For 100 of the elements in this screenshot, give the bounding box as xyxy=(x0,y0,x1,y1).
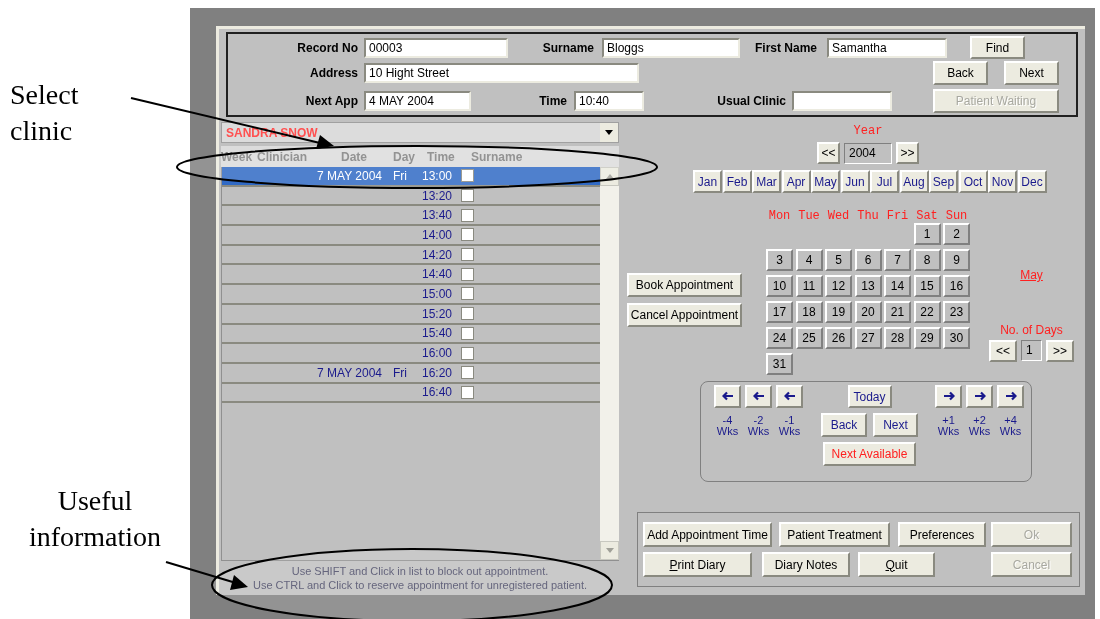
scrollbar[interactable] xyxy=(600,167,619,560)
button[interactable]: Print Diary xyxy=(643,552,752,577)
appointment-row[interactable]: 15:40 xyxy=(222,324,600,345)
appointment-row[interactable]: 13:40 xyxy=(222,206,600,227)
checkbox[interactable] xyxy=(461,228,474,242)
day-button[interactable]: 7 xyxy=(884,249,911,271)
day-button[interactable]: 29 xyxy=(913,327,941,349)
appointment-row[interactable]: 13:20 xyxy=(222,186,600,207)
forward-weeks-button[interactable] xyxy=(935,385,962,408)
today-button[interactable]: Today xyxy=(847,385,892,408)
text-field[interactable]: 10:40 xyxy=(574,91,644,112)
day-button[interactable]: 9 xyxy=(943,249,970,271)
day-button[interactable]: 5 xyxy=(825,249,852,271)
checkbox[interactable] xyxy=(461,248,474,262)
button[interactable]: Book Appointment xyxy=(627,273,742,297)
month-button[interactable]: Oct xyxy=(958,170,988,193)
decrease-button[interactable]: << xyxy=(989,340,1017,362)
day-button[interactable]: 25 xyxy=(795,327,823,349)
day-button[interactable]: 13 xyxy=(854,275,882,297)
text-field[interactable]: 10 Hight Street xyxy=(364,63,639,84)
day-button[interactable]: 3 xyxy=(766,249,793,271)
day-button[interactable]: 20 xyxy=(854,301,882,323)
button[interactable]: Quit xyxy=(858,552,935,577)
month-button[interactable]: Apr xyxy=(781,170,811,193)
day-button[interactable]: 15 xyxy=(913,275,941,297)
day-button[interactable]: 21 xyxy=(884,301,911,323)
text-field[interactable]: Bloggs xyxy=(602,37,740,58)
back-button[interactable]: Back xyxy=(821,413,867,437)
day-button[interactable]: 2 xyxy=(943,223,970,245)
month-button[interactable]: Feb xyxy=(722,170,752,193)
forward-weeks-button[interactable] xyxy=(966,385,993,408)
days-field[interactable]: 1 xyxy=(1021,340,1042,361)
appointment-row[interactable]: 14:40 xyxy=(222,265,600,286)
month-button[interactable]: Mar xyxy=(752,170,781,193)
text-field[interactable] xyxy=(792,91,892,112)
previous-year-button[interactable]: << xyxy=(817,142,840,164)
day-button[interactable]: 16 xyxy=(943,275,970,297)
day-button[interactable]: 19 xyxy=(825,301,852,323)
month-button[interactable]: May xyxy=(811,170,840,193)
checkbox[interactable] xyxy=(461,307,474,321)
day-button[interactable]: 28 xyxy=(884,327,911,349)
day-button[interactable]: 1 xyxy=(913,223,941,245)
button[interactable]: Diary Notes xyxy=(762,552,850,577)
checkbox[interactable] xyxy=(461,189,474,203)
button[interactable]: Preferences xyxy=(898,522,986,547)
checkbox[interactable] xyxy=(461,346,474,360)
day-button[interactable]: 24 xyxy=(766,327,793,349)
day-button[interactable]: 8 xyxy=(913,249,941,271)
checkbox[interactable] xyxy=(461,208,474,222)
day-button[interactable]: 12 xyxy=(825,275,852,297)
checkbox[interactable] xyxy=(461,366,474,380)
appointment-row[interactable]: 15:20 xyxy=(222,304,600,325)
day-button[interactable]: 31 xyxy=(766,353,793,375)
next-year-button[interactable]: >> xyxy=(896,142,919,164)
text-field[interactable]: 00003 xyxy=(364,37,508,58)
checkbox[interactable] xyxy=(461,287,474,301)
checkbox[interactable] xyxy=(461,326,474,340)
day-button[interactable]: 18 xyxy=(795,301,823,323)
button[interactable]: Add Appointment Time xyxy=(643,522,772,547)
back-weeks-button[interactable] xyxy=(745,385,772,408)
appointment-row[interactable]: 15:00 xyxy=(222,285,600,305)
text-field[interactable]: Samantha xyxy=(827,37,947,58)
day-button[interactable]: 17 xyxy=(766,301,793,323)
back-weeks-button[interactable] xyxy=(714,385,741,408)
day-button[interactable]: 10 xyxy=(766,275,793,297)
month-button[interactable]: Jul xyxy=(870,170,899,193)
day-button[interactable]: 23 xyxy=(943,301,970,323)
day-button[interactable]: 6 xyxy=(854,249,882,271)
month-button[interactable]: Sep xyxy=(929,170,958,193)
day-button[interactable]: 22 xyxy=(913,301,941,323)
month-button[interactable]: Jun xyxy=(840,170,870,193)
text-field[interactable]: 4 MAY 2004 xyxy=(364,91,471,112)
month-button[interactable]: Jan xyxy=(693,170,722,193)
button[interactable]: Next xyxy=(1004,61,1059,86)
month-button[interactable]: Aug xyxy=(899,170,929,193)
increase-button[interactable]: >> xyxy=(1046,340,1074,362)
appointment-row[interactable]: 7 MAY 2004 Fri 16:20 xyxy=(222,363,600,384)
appointment-row[interactable]: 16:00 xyxy=(222,344,600,364)
day-button[interactable]: 4 xyxy=(795,249,823,271)
next-button[interactable]: Next xyxy=(873,413,918,437)
day-button[interactable]: 11 xyxy=(795,275,823,297)
day-button[interactable]: 14 xyxy=(884,275,911,297)
day-button[interactable]: 30 xyxy=(943,327,970,349)
button[interactable]: Patient Treatment xyxy=(779,522,890,547)
day-button[interactable]: 26 xyxy=(825,327,852,349)
checkbox[interactable] xyxy=(461,169,474,183)
button[interactable]: Back xyxy=(933,61,988,86)
button[interactable]: Cancel Appointment xyxy=(627,303,742,327)
day-button[interactable]: 27 xyxy=(854,327,882,349)
checkbox[interactable] xyxy=(461,385,474,399)
button[interactable]: Find xyxy=(970,36,1025,59)
appointment-row[interactable]: 14:00 xyxy=(222,226,600,246)
appointment-row[interactable]: 16:40 xyxy=(222,383,600,404)
appointment-row[interactable]: 14:20 xyxy=(222,245,600,266)
month-button[interactable]: Dec xyxy=(1017,170,1047,193)
year-field[interactable]: 2004 xyxy=(844,142,892,164)
appointment-row[interactable]: 7 MAY 2004 Fri 13:00 xyxy=(222,167,600,187)
forward-weeks-button[interactable] xyxy=(997,385,1024,408)
back-weeks-button[interactable] xyxy=(776,385,803,408)
checkbox[interactable] xyxy=(461,267,474,281)
